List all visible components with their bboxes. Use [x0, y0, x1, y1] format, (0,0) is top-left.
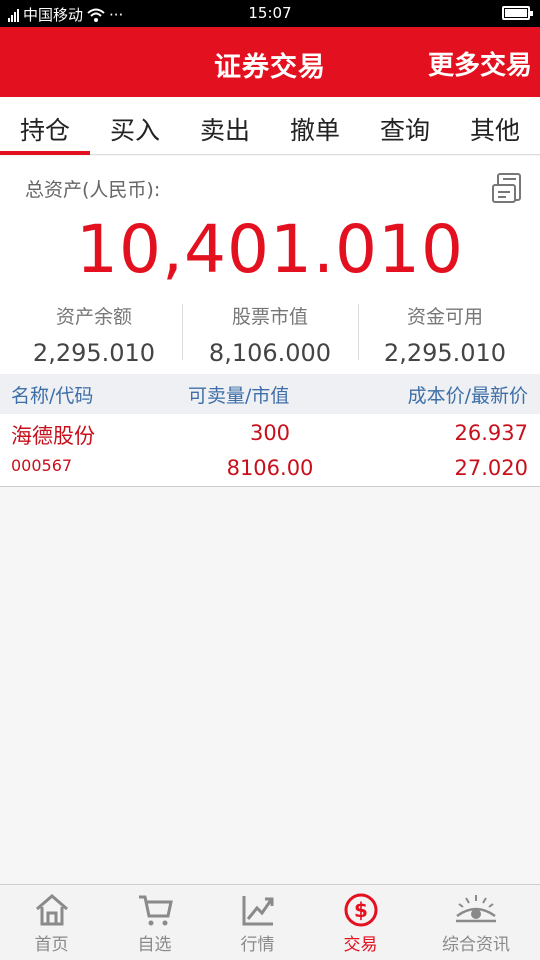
nav-label: 首页 [34, 935, 69, 955]
cost-price: 26.937 [454, 421, 528, 445]
stat-label: 股票市值 [231, 306, 308, 328]
status-bar: 中国移动 ··· 15:07 [0, 0, 540, 27]
nav-label: 交易 [343, 935, 378, 955]
more-trading-button[interactable]: 更多交易 [428, 45, 532, 82]
nav-label: 自选 [137, 935, 172, 955]
nav-label: 行情 [240, 935, 275, 955]
stat-value: 2,295.010 [32, 339, 156, 367]
tab-sell[interactable]: 卖出 [180, 97, 270, 154]
stat-label: 资产余额 [55, 306, 132, 328]
nav-home[interactable]: 首页 [0, 885, 103, 960]
market-value: 8106.00 [226, 456, 314, 480]
latest-price: 27.020 [454, 456, 528, 480]
stat-label: 资金可用 [406, 306, 483, 328]
col-cost-latest: 成本价/最新价 [407, 385, 528, 407]
nav-label: 综合资讯 [442, 935, 510, 955]
bottom-nav: 首页 自选 行情 $ 交易 综合资讯 [0, 884, 540, 960]
cart-icon [138, 895, 173, 926]
stat-value: 8,106.000 [208, 339, 332, 367]
nav-watchlist[interactable]: 自选 [103, 885, 206, 960]
nav-news[interactable]: 综合资讯 [412, 885, 540, 960]
svg-text:$: $ [354, 898, 368, 922]
col-name-code: 名称/代码 [11, 385, 94, 407]
dollar-icon: $ [344, 893, 377, 927]
home-icon [35, 894, 68, 926]
holdings-table-header: 名称/代码 可卖量/市值 成本价/最新价 [0, 374, 540, 414]
stat-value: 2,295.010 [383, 339, 507, 367]
stock-code: 000567 [11, 456, 73, 475]
battery-icon [502, 6, 533, 20]
table-row[interactable]: 海德股份 000567 300 8106.00 26.937 27.020 [0, 414, 540, 487]
sellable-qty: 300 [249, 421, 291, 445]
status-time: 15:07 [248, 4, 292, 22]
total-assets-value: 10,401.010 [76, 211, 464, 288]
asset-summary: 总资产(人民币): 10,401.010 资产余额 2,295.010 股票市值… [0, 156, 540, 374]
eye-icon [456, 895, 496, 923]
col-sellable-value: 可卖量/市值 [188, 385, 290, 407]
stat-balance: 资产余额 2,295.010 [4, 302, 184, 367]
nav-market[interactable]: 行情 [206, 885, 309, 960]
stat-available-funds: 资金可用 2,295.010 [355, 302, 535, 367]
tab-buy[interactable]: 买入 [90, 97, 180, 154]
chart-icon [242, 896, 273, 926]
stock-name: 海德股份 [11, 424, 95, 448]
trade-tabs: 持仓 买入 卖出 撤单 查询 其他 [0, 97, 540, 155]
tab-query[interactable]: 查询 [360, 97, 450, 154]
app-header: 证券交易 更多交易 [0, 27, 540, 97]
statement-icon[interactable] [490, 172, 524, 206]
nav-trade[interactable]: $ 交易 [309, 885, 412, 960]
tab-holdings[interactable]: 持仓 [0, 97, 90, 155]
tab-cancel-order[interactable]: 撤单 [270, 97, 360, 154]
total-assets-label: 总资产(人民币): [25, 179, 161, 201]
stat-stock-value: 股票市值 8,106.000 [180, 302, 360, 367]
tab-other[interactable]: 其他 [450, 97, 540, 154]
